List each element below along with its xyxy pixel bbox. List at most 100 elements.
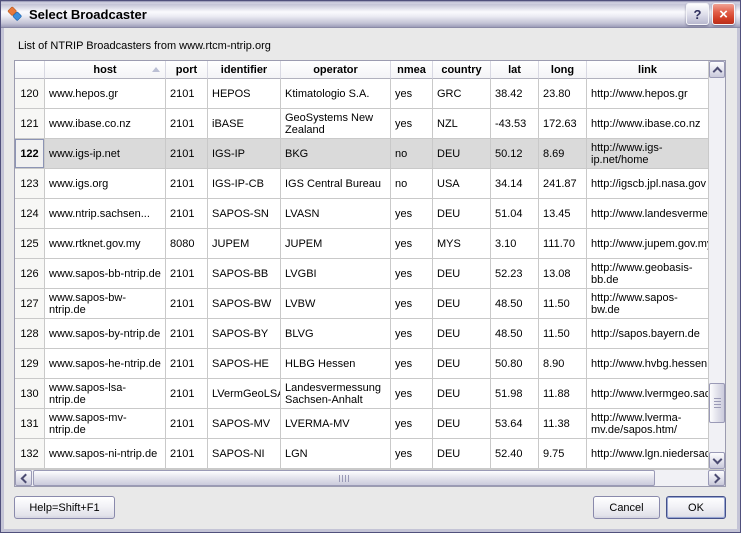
cell-long[interactable]: 11.50 (539, 319, 587, 349)
cell-port[interactable]: 2101 (166, 379, 208, 409)
table-row[interactable]: 126www.sapos-bb-ntrip.de2101SAPOS-BBLVGB… (15, 259, 708, 289)
cell-operator[interactable]: JUPEM (281, 229, 391, 259)
cell-identifier[interactable]: JUPEM (208, 229, 281, 259)
help-titlebar-button[interactable]: ? (686, 3, 709, 25)
cell-lat[interactable]: 48.50 (491, 319, 539, 349)
column-header-nmea[interactable]: nmea (391, 61, 433, 79)
cell-country[interactable]: DEU (433, 259, 491, 289)
cell-country[interactable]: USA (433, 169, 491, 199)
cell-operator[interactable]: GeoSystems New Zealand (281, 109, 391, 139)
cell-operator[interactable]: LGN (281, 439, 391, 469)
column-header-country[interactable]: country (433, 61, 491, 79)
horizontal-scroll-track[interactable] (32, 470, 708, 486)
cell-identifier[interactable]: SAPOS-BB (208, 259, 281, 289)
table-row[interactable]: 123www.igs.org2101IGS-IP-CBIGS Central B… (15, 169, 708, 199)
cell-host[interactable]: www.sapos-he-ntrip.de (45, 349, 166, 379)
cell-identifier[interactable]: SAPOS-BY (208, 319, 281, 349)
cell-host[interactable]: www.sapos-by-ntrip.de (45, 319, 166, 349)
table-row[interactable]: 128www.sapos-by-ntrip.de2101SAPOS-BYBLVG… (15, 319, 708, 349)
table-row[interactable]: 120www.hepos.gr2101HEPOSKtimatologio S.A… (15, 79, 708, 109)
table-row[interactable]: 129www.sapos-he-ntrip.de2101SAPOS-HEHLBG… (15, 349, 708, 379)
cell-lat[interactable]: 50.80 (491, 349, 539, 379)
vertical-scrollbar[interactable] (708, 61, 725, 469)
cell-host[interactable]: www.sapos-lsa-ntrip.de (45, 379, 166, 409)
cell-lat[interactable]: 38.42 (491, 79, 539, 109)
cell-lat[interactable]: 51.04 (491, 199, 539, 229)
cell-lat[interactable]: 48.50 (491, 289, 539, 319)
cell-host[interactable]: www.sapos-bb-ntrip.de (45, 259, 166, 289)
cell-port[interactable]: 2101 (166, 79, 208, 109)
cell-port[interactable]: 2101 (166, 139, 208, 169)
cell-host[interactable]: www.sapos-mv-ntrip.de (45, 409, 166, 439)
cell-country[interactable]: GRC (433, 79, 491, 109)
cell-operator[interactable]: IGS Central Bureau (281, 169, 391, 199)
cell-identifier[interactable]: HEPOS (208, 79, 281, 109)
cell-country[interactable]: DEU (433, 139, 491, 169)
row-number-cell[interactable]: 120 (15, 79, 45, 109)
row-number-cell[interactable]: 121 (15, 109, 45, 139)
cell-operator[interactable]: BLVG (281, 319, 391, 349)
cell-nmea[interactable]: yes (391, 199, 433, 229)
cell-long[interactable]: 11.50 (539, 289, 587, 319)
row-number-cell[interactable]: 124 (15, 199, 45, 229)
cell-nmea[interactable]: yes (391, 259, 433, 289)
cell-country[interactable]: DEU (433, 409, 491, 439)
cell-long[interactable]: 9.75 (539, 439, 587, 469)
cell-nmea[interactable]: yes (391, 439, 433, 469)
cell-nmea[interactable]: yes (391, 379, 433, 409)
cell-host[interactable]: www.sapos-bw-ntrip.de (45, 289, 166, 319)
cell-port[interactable]: 2101 (166, 199, 208, 229)
cell-lat[interactable]: 50.12 (491, 139, 539, 169)
cell-long[interactable]: 23.80 (539, 79, 587, 109)
cell-link[interactable]: http://www.hvbg.hessen.de (587, 349, 708, 379)
cell-operator[interactable]: LVGBI (281, 259, 391, 289)
cell-link[interactable]: http://sapos.bayern.de (587, 319, 708, 349)
cell-country[interactable]: DEU (433, 439, 491, 469)
cell-operator[interactable]: Ktimatologio S.A. (281, 79, 391, 109)
scroll-left-button[interactable] (15, 470, 32, 486)
cell-long[interactable]: 8.69 (539, 139, 587, 169)
cell-lat[interactable]: 3.10 (491, 229, 539, 259)
cell-link[interactable]: http://www.hepos.gr (587, 79, 708, 109)
cell-identifier[interactable]: IGS-IP-CB (208, 169, 281, 199)
cell-lat[interactable]: 51.98 (491, 379, 539, 409)
cell-host[interactable]: www.sapos-ni-ntrip.de (45, 439, 166, 469)
help-button[interactable]: Help=Shift+F1 (14, 496, 115, 519)
cell-operator[interactable]: LVBW (281, 289, 391, 319)
column-header-long[interactable]: long (539, 61, 587, 79)
cell-link[interactable]: http://www.sapos-bw.de (587, 289, 708, 319)
cell-operator[interactable]: Landesvermessung Sachsen-Anhalt (281, 379, 391, 409)
cell-long[interactable]: 11.38 (539, 409, 587, 439)
column-header-identifier[interactable]: identifier (208, 61, 281, 79)
cell-link[interactable]: http://www.geobasis-bb.de (587, 259, 708, 289)
cell-operator[interactable]: BKG (281, 139, 391, 169)
cell-link[interactable]: http://www.landesvermessu... (587, 199, 708, 229)
cell-identifier[interactable]: SAPOS-MV (208, 409, 281, 439)
title-bar[interactable]: Select Broadcaster ? × (1, 1, 740, 28)
cell-long[interactable]: 172.63 (539, 109, 587, 139)
row-number-cell[interactable]: 122 (15, 139, 45, 169)
cell-lat[interactable]: 52.23 (491, 259, 539, 289)
table-row[interactable]: 122www.igs-ip.net2101IGS-IPBKGnoDEU50.12… (15, 139, 708, 169)
cell-long[interactable]: 13.45 (539, 199, 587, 229)
horizontal-scrollbar[interactable] (15, 469, 725, 486)
cell-link[interactable]: http://www.lgn.niedersachs... (587, 439, 708, 469)
cell-nmea[interactable]: yes (391, 229, 433, 259)
cell-nmea[interactable]: yes (391, 289, 433, 319)
cell-lat[interactable]: -43.53 (491, 109, 539, 139)
row-number-cell[interactable]: 123 (15, 169, 45, 199)
table-row[interactable]: 130www.sapos-lsa-ntrip.de2101LVermGeoLSA… (15, 379, 708, 409)
row-number-cell[interactable]: 125 (15, 229, 45, 259)
row-number-cell[interactable]: 129 (15, 349, 45, 379)
cell-long[interactable]: 241.87 (539, 169, 587, 199)
ok-button[interactable]: OK (666, 496, 726, 519)
cell-nmea[interactable]: no (391, 139, 433, 169)
cell-link[interactable]: http://www.lverma-mv.de/sapos.htm/ (587, 409, 708, 439)
cell-host[interactable]: www.rtknet.gov.my (45, 229, 166, 259)
table-row[interactable]: 124www.ntrip.sachsen...2101SAPOS-SNLVASN… (15, 199, 708, 229)
column-header-host[interactable]: host (45, 61, 166, 79)
cell-link[interactable]: http://www.ibase.co.nz (587, 109, 708, 139)
cell-long[interactable]: 111.70 (539, 229, 587, 259)
cancel-button[interactable]: Cancel (593, 496, 660, 519)
cell-country[interactable]: DEU (433, 349, 491, 379)
